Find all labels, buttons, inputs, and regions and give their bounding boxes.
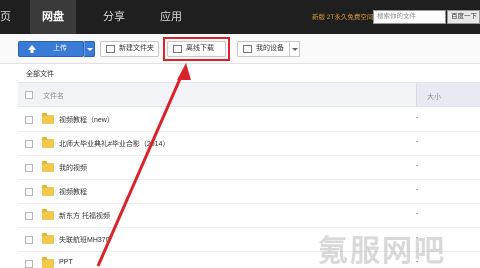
- watermark: 氪服网吧: [318, 235, 446, 268]
